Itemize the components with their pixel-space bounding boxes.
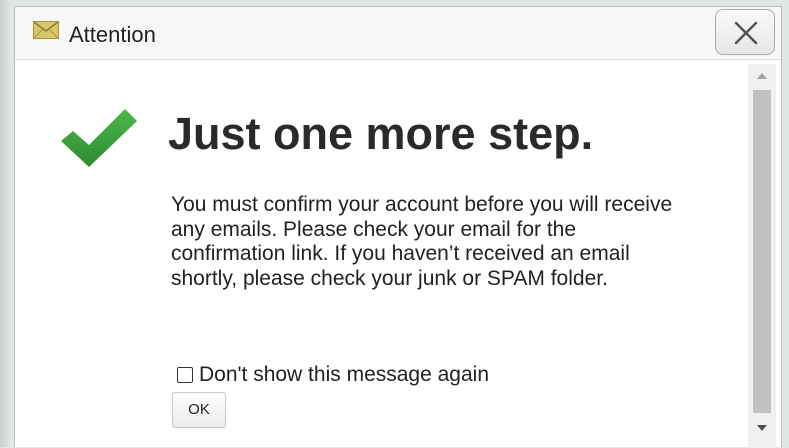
attention-dialog: Attention Just one more step. You must c… — [14, 6, 782, 448]
dialog-title: Attention — [69, 22, 156, 47]
dont-show-again-checkbox[interactable] — [177, 367, 193, 383]
dont-show-again-option[interactable]: Don't show this message again — [177, 361, 489, 389]
dialog-heading: Just one more step. — [168, 108, 594, 159]
arrow-down-icon — [757, 425, 767, 431]
ok-button[interactable]: OK — [172, 392, 226, 428]
envelope-icon — [33, 21, 59, 39]
scroll-down-button[interactable] — [748, 416, 776, 440]
close-button[interactable] — [715, 9, 775, 55]
arrow-up-icon — [757, 73, 767, 79]
checkmark-icon — [59, 107, 139, 171]
dialog-titlebar: Attention — [15, 7, 781, 60]
confirmation-message: You must confirm your account before you… — [171, 193, 673, 290]
close-icon — [734, 21, 758, 45]
left-edge-shadow — [0, 0, 12, 447]
dont-show-again-label: Don't show this message again — [199, 363, 490, 386]
scroll-thumb[interactable] — [753, 90, 771, 413]
vertical-scrollbar[interactable] — [748, 64, 776, 448]
scroll-up-button[interactable] — [748, 64, 776, 88]
